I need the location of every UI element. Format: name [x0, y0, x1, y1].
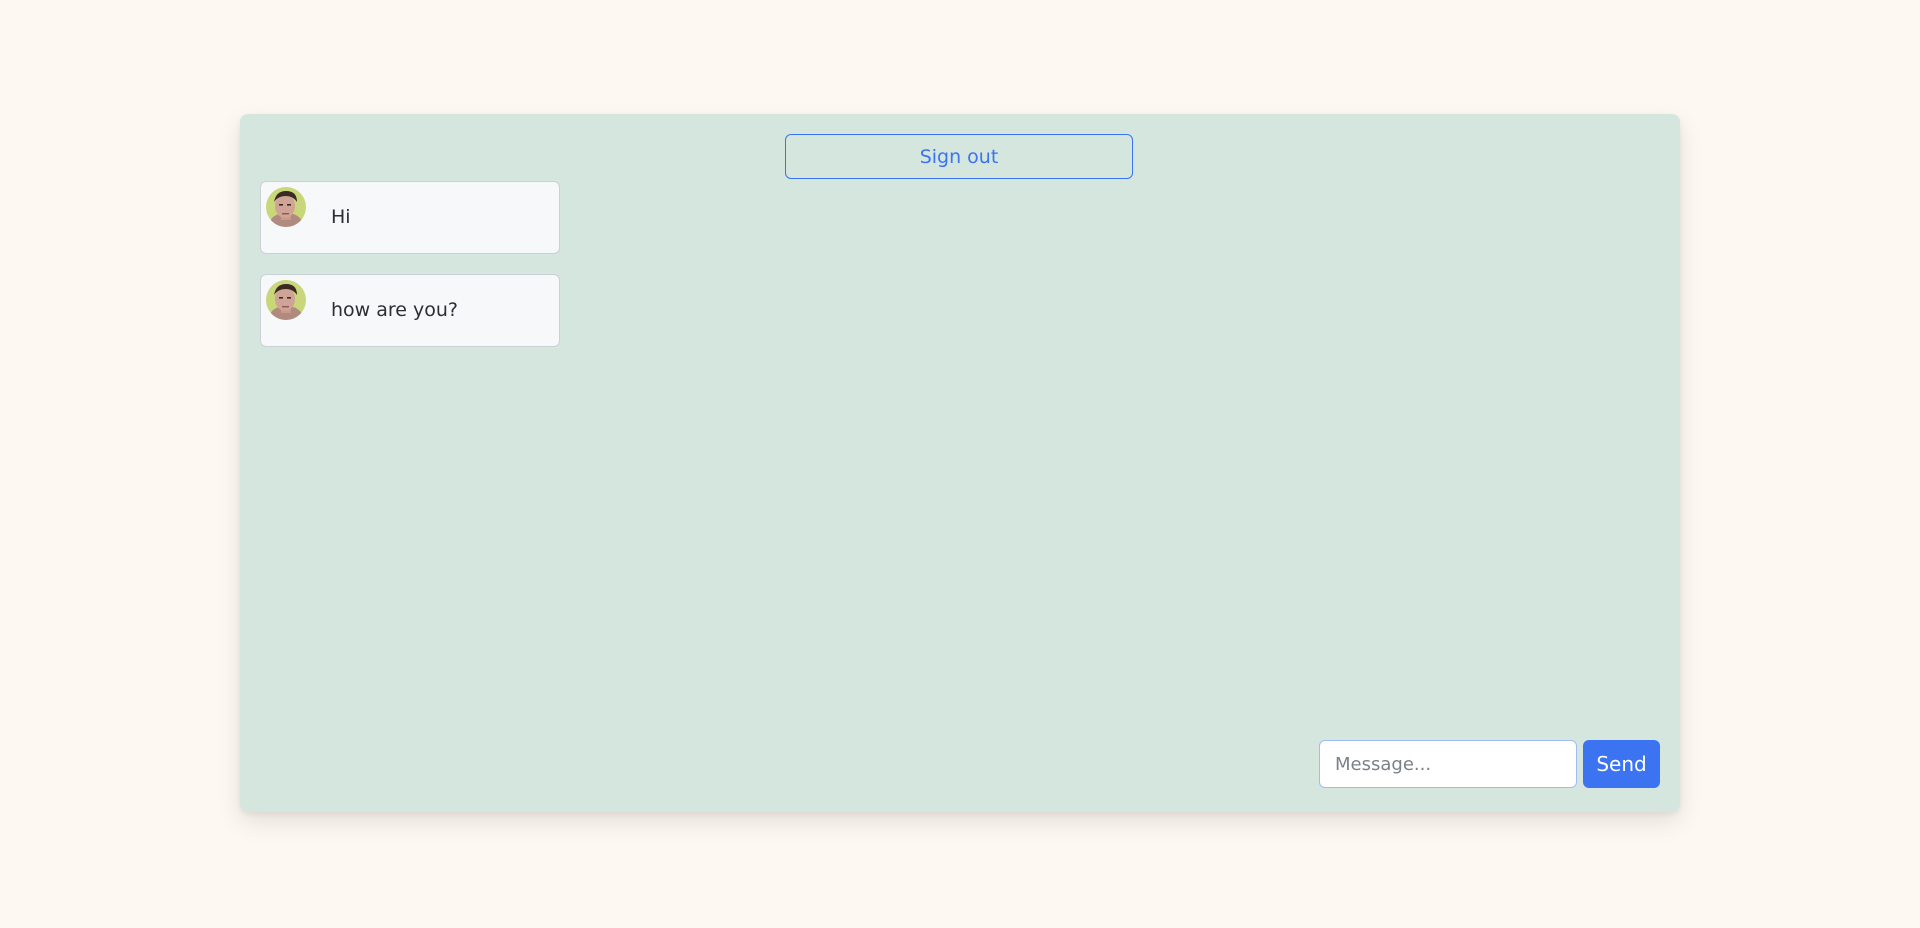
chat-panel: Sign out Hi how are you? Message... Send — [240, 114, 1680, 812]
message-bubble: Hi — [260, 181, 560, 254]
avatar — [266, 280, 306, 320]
signout-button[interactable]: Sign out — [785, 134, 1133, 179]
message-input[interactable] — [1319, 740, 1577, 788]
avatar — [266, 187, 306, 227]
message-list: Hi how are you? — [260, 181, 560, 367]
message-text: how are you? — [331, 299, 459, 321]
message-bubble: how are you? — [260, 274, 560, 347]
message-composer: Send — [1319, 740, 1660, 788]
send-button[interactable]: Send — [1583, 740, 1660, 788]
message-text: Hi — [331, 206, 351, 228]
